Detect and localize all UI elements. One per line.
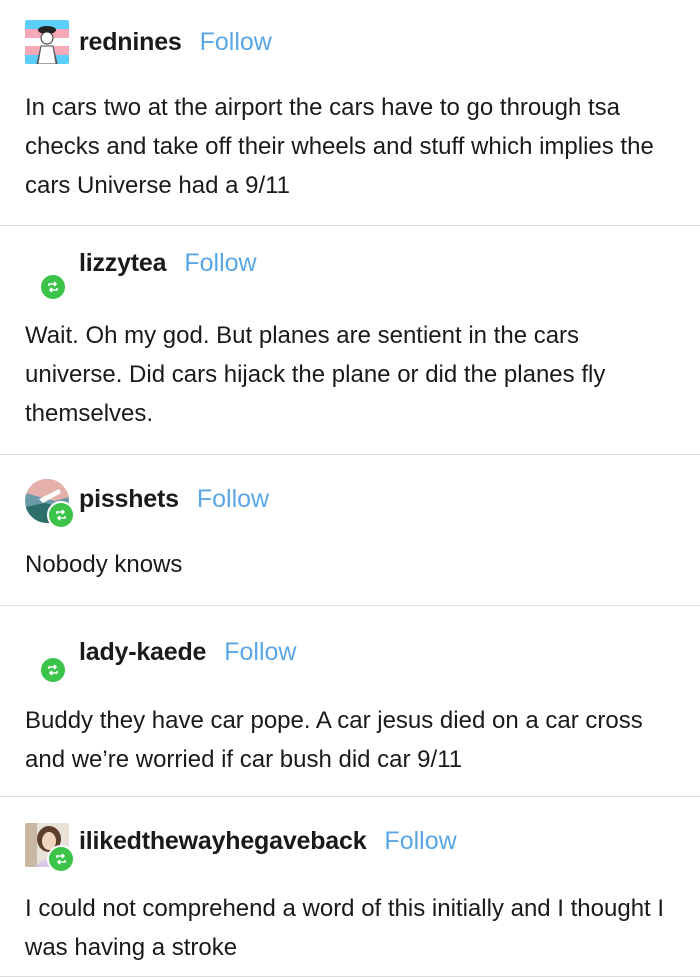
username[interactable]: rednines <box>79 28 182 57</box>
username[interactable]: lizzytea <box>79 249 167 278</box>
username[interactable]: pisshets <box>79 485 179 514</box>
post-header: ilikedthewayhegaveback Follow <box>25 823 457 873</box>
username[interactable]: lady-kaede <box>79 638 206 667</box>
post-text: Wait. Oh my god. But planes are sentient… <box>25 322 606 427</box>
reblog-icon <box>47 501 75 529</box>
avatar-lady-kaede[interactable] <box>25 642 69 686</box>
post-header: lady-kaede Follow <box>25 638 297 686</box>
follow-button[interactable]: Follow <box>197 485 269 514</box>
avatar-rednines[interactable] <box>25 20 69 64</box>
avatar-lizzytea[interactable] <box>25 253 69 301</box>
post-header: lizzytea Follow <box>25 249 257 301</box>
post-text: Buddy they have car pope. A car jesus di… <box>25 707 643 773</box>
follow-button[interactable]: Follow <box>200 28 272 57</box>
post-rednines: rednines Follow In cars two at the airpo… <box>0 0 700 226</box>
username[interactable]: ilikedthewayhegaveback <box>79 827 367 856</box>
reblog-icon <box>47 845 75 873</box>
post-lizzytea: lizzytea Follow Wait. Oh my god. But pla… <box>0 226 700 455</box>
follow-button[interactable]: Follow <box>384 827 456 856</box>
post-header: rednines Follow <box>25 20 272 64</box>
post-pisshets: pisshets Follow Nobody knows <box>0 455 700 606</box>
avatar-pisshets[interactable] <box>25 479 75 529</box>
avatar-ilikedthewayhegaveback[interactable] <box>25 823 75 873</box>
reblog-icon <box>39 273 67 301</box>
follow-button[interactable]: Follow <box>184 249 256 278</box>
reblog-icon <box>39 656 67 684</box>
avatar-image <box>25 20 69 64</box>
follow-button[interactable]: Follow <box>224 638 296 667</box>
post-lady-kaede: lady-kaede Follow Buddy they have car po… <box>0 606 700 797</box>
post-header: pisshets Follow <box>25 479 269 529</box>
post-text: I could not comprehend a word of this in… <box>25 895 665 961</box>
post-text: In cars two at the airport the cars have… <box>25 94 654 199</box>
post-text: Nobody knows <box>25 551 183 578</box>
post-ilikedthewayhegaveback: ilikedthewayhegaveback Follow I could no… <box>0 797 700 977</box>
